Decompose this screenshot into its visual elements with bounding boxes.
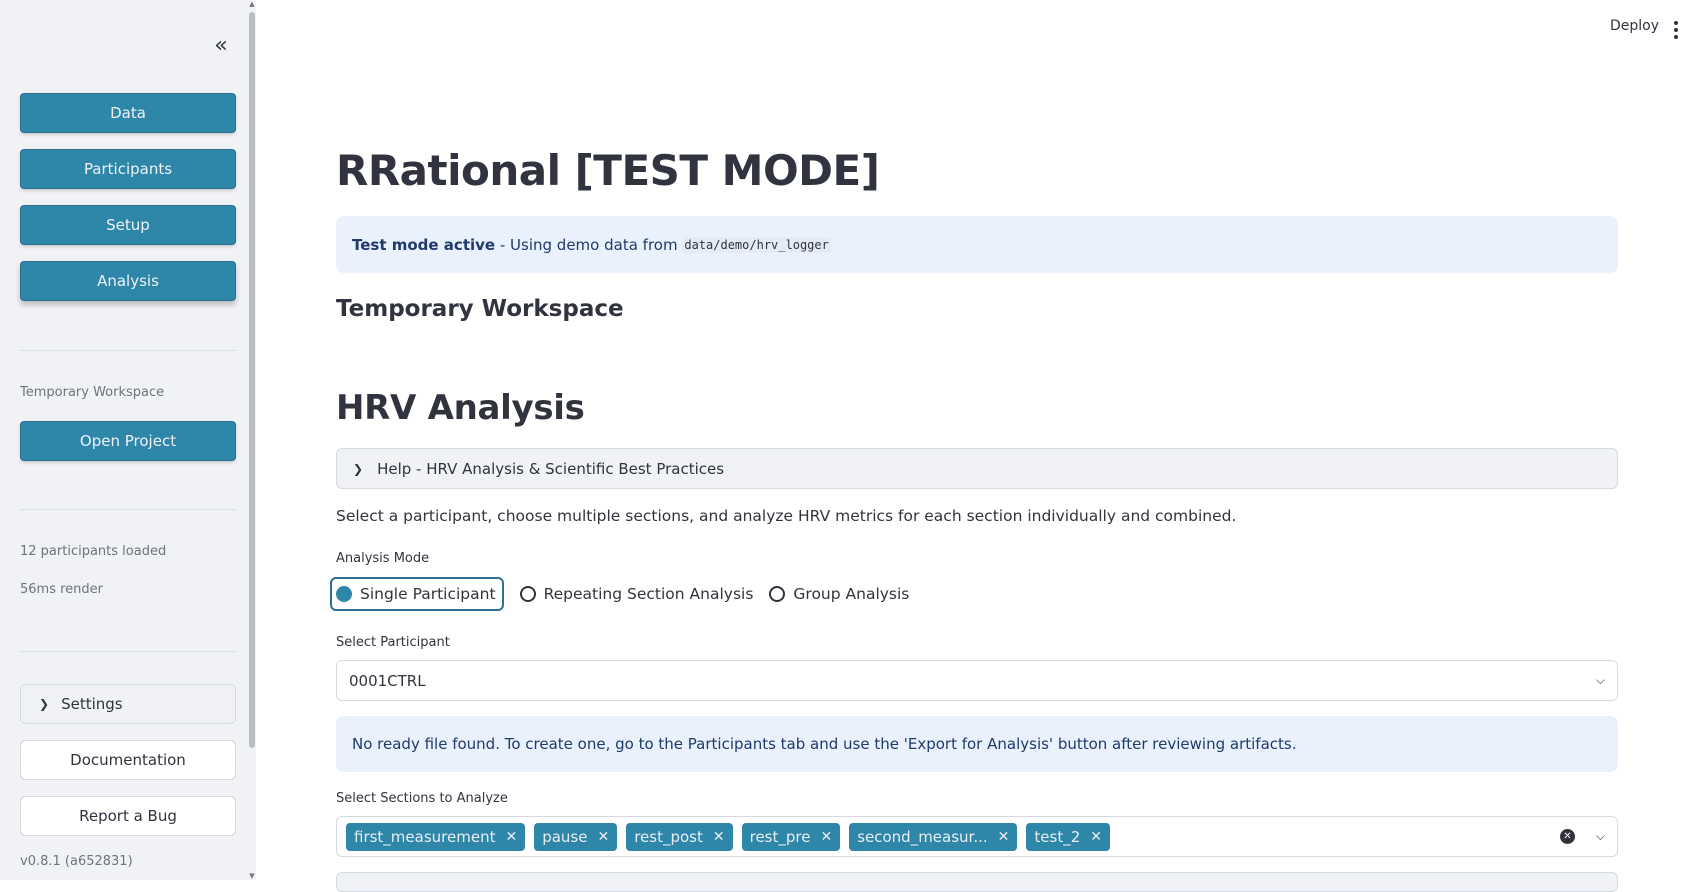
next-expander[interactable] xyxy=(336,872,1618,892)
remove-tag-icon[interactable]: ✕ xyxy=(713,829,725,845)
nav-button-participants[interactable]: Participants xyxy=(20,149,236,189)
scroll-down-icon[interactable]: ▼ xyxy=(249,872,255,880)
report-bug-button[interactable]: Report a Bug xyxy=(20,796,236,836)
chevron-down-icon[interactable]: ⌵ xyxy=(1596,673,1605,688)
section-tag: first_measurement ✕ xyxy=(346,822,526,851)
analysis-mode-label: Analysis Mode xyxy=(336,551,430,566)
remove-tag-icon[interactable]: ✕ xyxy=(1090,829,1102,845)
sidebar-divider xyxy=(20,509,236,510)
radio-unselected-icon xyxy=(519,586,536,602)
help-expander[interactable]: ❯ Help - HRV Analysis & Scientific Best … xyxy=(336,448,1618,489)
version-caption: v0.8.1 (a652831) xyxy=(20,854,133,869)
tag-label: first_measurement xyxy=(354,827,496,846)
page-title: RRational [TEST MODE] xyxy=(336,146,880,195)
radio-label: Group Analysis xyxy=(793,585,910,603)
section-tag: rest_post ✕ xyxy=(626,822,733,851)
test-mode-text: - Using demo data from xyxy=(495,235,683,254)
remove-tag-icon[interactable]: ✕ xyxy=(820,829,832,845)
sidebar-divider xyxy=(20,651,236,652)
documentation-button[interactable]: Documentation xyxy=(20,740,236,780)
demo-data-path: data/demo/hrv_logger xyxy=(682,236,831,253)
analysis-mode-radio-group: Single Participant Repeating Section Ana… xyxy=(330,576,925,612)
section-title: HRV Analysis xyxy=(336,388,585,428)
workspace-caption: Temporary Workspace xyxy=(20,385,165,400)
test-mode-info: Test mode active - Using demo data from … xyxy=(336,216,1618,273)
remove-tag-icon[interactable]: ✕ xyxy=(597,829,609,845)
select-participant-label: Select Participant xyxy=(336,635,450,650)
radio-label: Repeating Section Analysis xyxy=(543,585,754,603)
settings-expander[interactable]: ❯ Settings xyxy=(20,684,236,724)
chevron-right-icon: ❯ xyxy=(39,697,50,711)
workspace-subheader: Temporary Workspace xyxy=(336,296,624,322)
tag-label: rest_post xyxy=(634,827,703,846)
scroll-up-icon[interactable]: ▲ xyxy=(249,0,255,8)
sidebar-divider xyxy=(20,350,236,351)
collapse-sidebar-icon[interactable]: « xyxy=(208,32,234,58)
participant-select-value: 0001CTRL xyxy=(349,671,426,690)
ready-file-info: No ready file found. To create one, go t… xyxy=(336,716,1618,772)
sections-multiselect[interactable]: first_measurement ✕ pause ✕ rest_post ✕ res… xyxy=(336,816,1618,857)
section-tag: rest_pre ✕ xyxy=(741,822,841,851)
render-time-caption: 56ms render xyxy=(20,582,104,597)
section-tag: pause ✕ xyxy=(534,822,618,851)
participant-select[interactable]: 0001CTRL ⌵ xyxy=(336,660,1618,701)
chevron-down-icon[interactable]: ⌵ xyxy=(1596,829,1605,844)
select-sections-label: Select Sections to Analyze xyxy=(336,791,508,806)
help-expander-label: Help - HRV Analysis & Scientific Best Pr… xyxy=(377,459,725,478)
clear-all-icon[interactable]: ✕ xyxy=(1560,829,1575,844)
radio-single-participant[interactable]: Single Participant xyxy=(330,577,504,611)
tag-label: test_2 xyxy=(1034,827,1081,846)
radio-label: Single Participant xyxy=(360,585,496,603)
nav-button-data[interactable]: Data xyxy=(20,93,236,133)
description-text: Select a participant, choose multiple se… xyxy=(336,507,1237,525)
remove-tag-icon[interactable]: ✕ xyxy=(505,829,517,845)
scroll-thumb[interactable] xyxy=(249,12,255,748)
settings-label: Settings xyxy=(61,695,123,713)
test-mode-bold: Test mode active xyxy=(352,235,496,254)
nav-button-setup[interactable]: Setup xyxy=(20,205,236,245)
participants-loaded-caption: 12 participants loaded xyxy=(20,544,167,559)
section-tag: second_measur... ✕ xyxy=(849,822,1018,851)
ready-file-info-text: No ready file found. To create one, go t… xyxy=(352,735,1297,753)
remove-tag-icon[interactable]: ✕ xyxy=(998,829,1010,845)
radio-selected-icon xyxy=(336,586,352,602)
chevron-right-icon: ❯ xyxy=(353,461,364,476)
open-project-button[interactable]: Open Project xyxy=(20,421,236,461)
radio-group-analysis[interactable]: Group Analysis xyxy=(769,577,909,611)
section-tag: test_2 ✕ xyxy=(1026,822,1110,851)
deploy-button[interactable]: Deploy xyxy=(1610,18,1659,34)
nav-button-analysis[interactable]: Analysis xyxy=(20,261,236,301)
tag-label: rest_pre xyxy=(749,827,811,846)
radio-repeating-section[interactable]: Repeating Section Analysis xyxy=(519,577,754,611)
tag-label: pause xyxy=(542,827,588,846)
sidebar-scrollbar[interactable]: ▲ ▼ xyxy=(249,0,256,880)
more-menu-icon[interactable] xyxy=(1668,18,1684,42)
radio-unselected-icon xyxy=(769,586,786,602)
tag-label: second_measur... xyxy=(857,827,988,846)
sidebar: « Data Participants Setup Analysis Tempo… xyxy=(0,0,256,880)
